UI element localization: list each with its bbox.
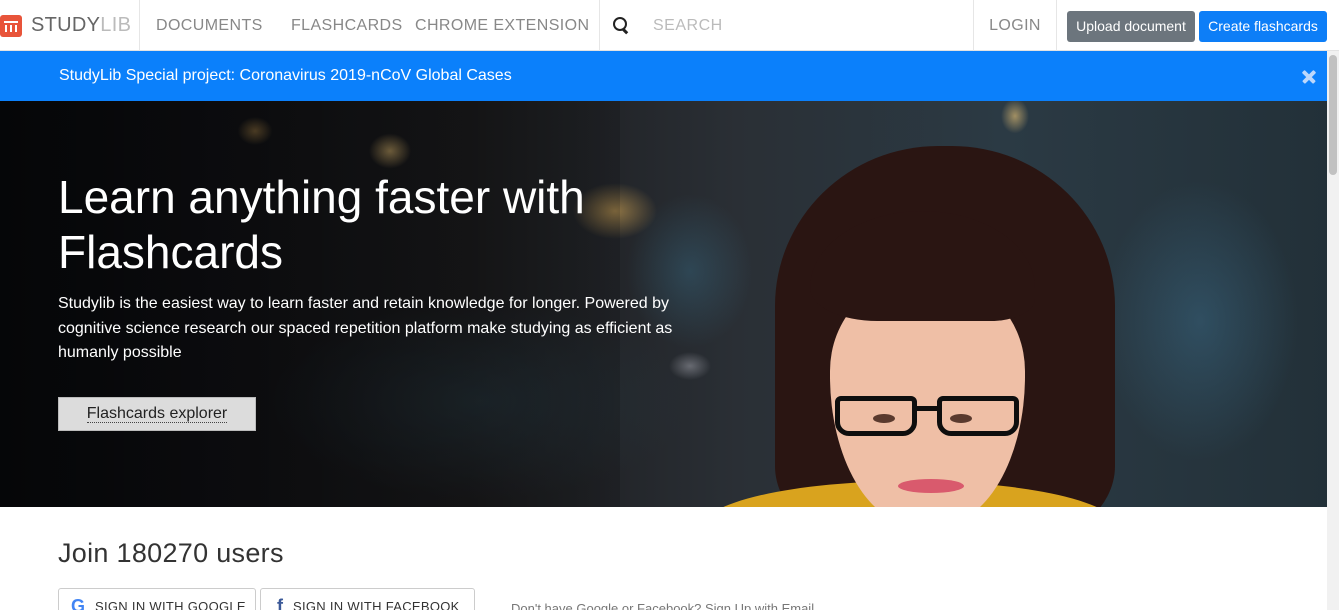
sign-in-google-button[interactable]: G SIGN IN WITH GOOGLE [58, 588, 256, 610]
scrollbar-thumb[interactable] [1329, 55, 1337, 175]
brand-logo-link[interactable]: STUDYLIB [0, 0, 140, 51]
nav-flashcards[interactable]: FLASHCARDS [291, 0, 403, 51]
brand-name: STUDYLIB [31, 14, 132, 36]
search-box [599, 0, 974, 51]
hero-description: Studylib is the easiest way to learn fas… [58, 295, 673, 361]
top-navbar: STUDYLIB DOCUMENTS FLASHCARDS CHROME EXT… [0, 0, 1339, 51]
announcement-link[interactable]: StudyLib Special project: Coronavirus 20… [59, 51, 512, 101]
nav-documents[interactable]: DOCUMENTS [156, 0, 263, 51]
upload-document-button[interactable]: Upload document [1067, 11, 1195, 42]
announcement-bar: StudyLib Special project: Coronavirus 20… [0, 51, 1339, 101]
studylib-logo-icon [0, 14, 22, 37]
search-input[interactable] [653, 16, 953, 35]
sign-in-facebook-button[interactable]: f SIGN IN WITH FACEBOOK [260, 588, 475, 610]
join-heading: Join 180270 users [58, 538, 284, 568]
flashcards-explorer-button[interactable]: Flashcards explorer [58, 397, 256, 431]
login-link[interactable]: LOGIN [974, 0, 1057, 51]
signup-email-link[interactable]: Don't have Google or Facebook? Sign Up w… [511, 601, 814, 610]
google-icon: G [71, 596, 86, 610]
create-flashcards-button[interactable]: Create flashcards [1199, 11, 1327, 42]
search-icon[interactable] [613, 17, 630, 34]
close-icon[interactable] [1300, 68, 1318, 86]
nav-chrome-extension[interactable]: CHROME EXTENSION [415, 0, 589, 51]
hero-banner: Learn anything faster with Flashcards Stu… [0, 101, 1339, 507]
facebook-icon: f [277, 596, 283, 610]
hero-title: Learn anything faster with Flashcards [58, 171, 585, 278]
